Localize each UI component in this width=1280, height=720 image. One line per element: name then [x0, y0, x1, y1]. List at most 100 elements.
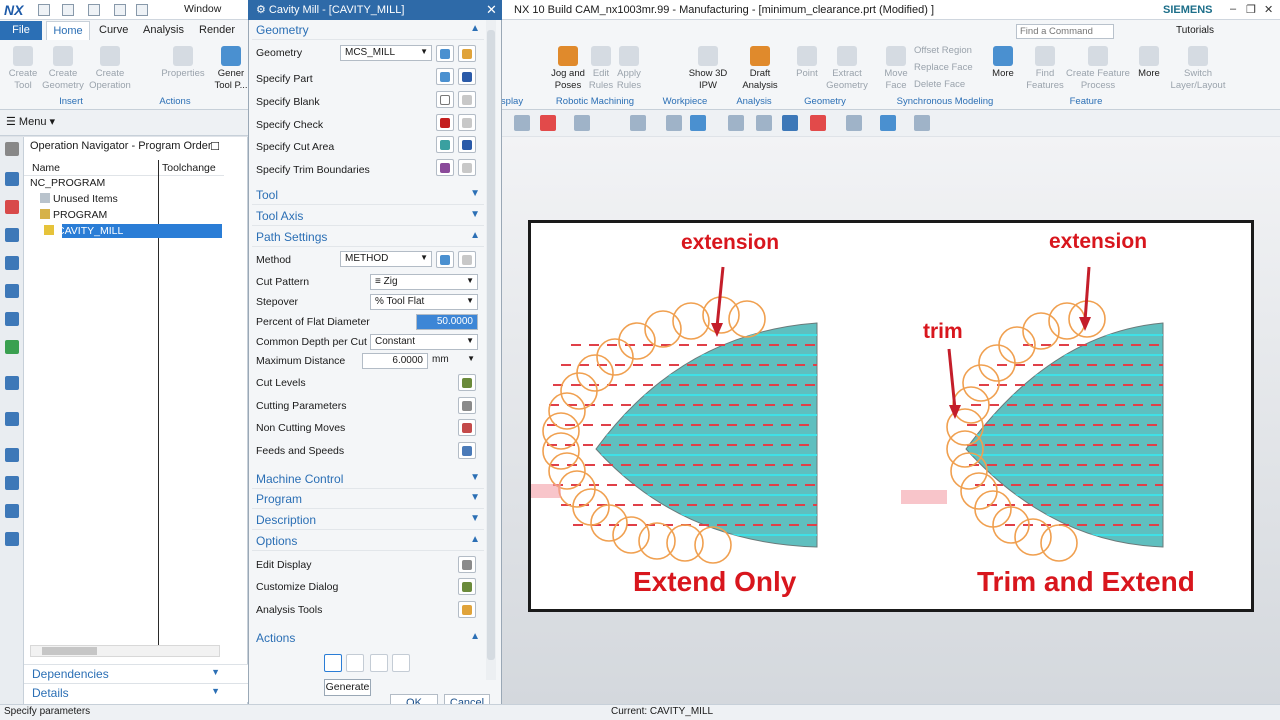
web-browser-icon[interactable]: [5, 448, 19, 462]
dialog-scrollbar-thumb[interactable]: [487, 30, 495, 660]
minimize-icon[interactable]: –: [1230, 3, 1236, 15]
copy-icon[interactable]: [114, 4, 126, 16]
replay-icon[interactable]: [346, 654, 364, 672]
section-tool[interactable]: Tool ▼: [252, 186, 484, 205]
tab-home[interactable]: Home: [46, 21, 90, 40]
machining-method-icon[interactable]: [5, 228, 19, 242]
scrollbar-thumb[interactable]: [42, 647, 97, 655]
generate-icon[interactable]: [324, 654, 342, 672]
history-icon[interactable]: [5, 412, 19, 426]
show-3d-ipw-button[interactable]: Show 3D IPW: [686, 46, 730, 92]
maximum-distance-input[interactable]: 6.0000: [362, 353, 428, 369]
render-style-icon[interactable]: [846, 115, 862, 131]
process-studio-icon[interactable]: [5, 532, 19, 546]
list-icon[interactable]: [392, 654, 410, 672]
menu-button[interactable]: ☰ Menu ▾: [6, 115, 55, 128]
specify-cut-area-icon[interactable]: [436, 136, 454, 153]
filter-icon[interactable]: [914, 115, 930, 131]
properties-button[interactable]: Properties: [158, 46, 208, 80]
selection-box-icon[interactable]: [630, 115, 646, 131]
cutting-parameters-icon[interactable]: [458, 397, 476, 414]
delete-face-button[interactable]: Delete Face: [914, 79, 988, 91]
common-depth-select[interactable]: Constant ▼: [370, 334, 478, 350]
section-machine-control[interactable]: Machine Control ▼: [252, 470, 484, 489]
machine-tool-navigator-icon[interactable]: [5, 200, 19, 214]
display-trim-icon[interactable]: [458, 159, 476, 176]
display-check-icon[interactable]: [458, 114, 476, 131]
settings-icon[interactable]: [5, 142, 19, 156]
section-description[interactable]: Description ▼: [252, 511, 484, 530]
percent-flat-diameter-input[interactable]: 50.0000: [416, 314, 478, 330]
tab-curve[interactable]: Curve: [99, 24, 128, 36]
close-window-icon[interactable]: ✕: [1264, 3, 1273, 16]
select-icon[interactable]: [514, 115, 530, 131]
assembly-navigator-icon[interactable]: [5, 312, 19, 326]
customize-dialog-icon[interactable]: [458, 578, 476, 595]
analysis-tools-icon[interactable]: [458, 601, 476, 618]
jog-and-poses-button[interactable]: Jog and Poses: [548, 46, 588, 92]
column-name[interactable]: Name: [32, 162, 60, 174]
cut-levels-icon[interactable]: [458, 374, 476, 391]
method-select[interactable]: METHOD ▼: [340, 251, 432, 267]
operation-navigator-icon[interactable]: [5, 172, 19, 186]
feeds-and-speeds-icon[interactable]: [458, 442, 476, 459]
generate-tool-path-button[interactable]: Gener Tool P...: [214, 46, 248, 92]
tree-item-cavity-mill[interactable]: CAVITY_MILL: [44, 225, 123, 237]
specify-blank-icon[interactable]: [436, 91, 454, 108]
feature-navigator-icon[interactable]: [5, 284, 19, 298]
roles-icon[interactable]: [5, 376, 19, 390]
specify-check-icon[interactable]: [436, 114, 454, 131]
stepover-select[interactable]: % Tool Flat ▼: [370, 294, 478, 310]
section-program[interactable]: Program ▼: [252, 490, 484, 509]
switch-layer-layout-button[interactable]: Switch Layer/Layout: [1168, 46, 1228, 92]
more-sync-button[interactable]: More: [988, 46, 1018, 80]
geometry-view-icon[interactable]: [5, 256, 19, 270]
palette-icon[interactable]: [5, 476, 19, 490]
create-geometry-button[interactable]: Create Geometry: [42, 46, 84, 92]
snap-icon[interactable]: [574, 115, 590, 131]
display-part-icon[interactable]: [458, 68, 476, 85]
save-icon[interactable]: [38, 4, 50, 16]
section-actions[interactable]: Actions ▲: [252, 629, 484, 648]
zoom-icon[interactable]: [728, 115, 744, 131]
replace-face-button[interactable]: Replace Face: [914, 62, 988, 74]
file-tab[interactable]: File: [0, 21, 42, 40]
tree-item-program[interactable]: PROGRAM: [40, 209, 107, 221]
details-section[interactable]: Details ▼: [24, 683, 248, 702]
point-button[interactable]: Point: [790, 46, 824, 80]
section-path-settings[interactable]: Path Settings ▲: [252, 228, 484, 247]
create-feature-process-button[interactable]: Create Feature Process: [1066, 46, 1130, 92]
geometry-select[interactable]: MCS_MILL ▼: [340, 45, 432, 61]
edit-method-icon[interactable]: [458, 251, 476, 268]
verify-icon[interactable]: [370, 654, 388, 672]
window-menu[interactable]: Window: [184, 3, 221, 15]
extract-geometry-button[interactable]: Extract Geometry: [824, 46, 870, 92]
display-cut-area-icon[interactable]: [458, 136, 476, 153]
tree-item-unused-items[interactable]: Unused Items: [40, 193, 118, 205]
fit-icon[interactable]: [756, 115, 772, 131]
apply-rules-button[interactable]: Apply Rules: [614, 46, 644, 92]
snap-point-icon[interactable]: [540, 115, 556, 131]
more-feature-button[interactable]: More: [1134, 46, 1164, 80]
window-switch-icon[interactable]: [136, 4, 148, 16]
draft-analysis-button[interactable]: Draft Analysis: [736, 46, 784, 92]
section-options[interactable]: Options ▲: [252, 532, 484, 551]
create-tool-button[interactable]: Create Tool: [4, 46, 42, 92]
redo-icon[interactable]: [88, 4, 100, 16]
non-cutting-moves-icon[interactable]: [458, 419, 476, 436]
find-features-button[interactable]: Find Features: [1024, 46, 1066, 92]
dependencies-section[interactable]: Dependencies ▼: [24, 664, 248, 683]
specify-trim-boundaries-icon[interactable]: [436, 159, 454, 176]
tree-item-nc-program[interactable]: NC_PROGRAM: [30, 177, 105, 189]
column-toolchange[interactable]: Toolchange: [162, 162, 216, 174]
edit-geometry-icon[interactable]: [458, 45, 476, 62]
system-materials-icon[interactable]: [5, 504, 19, 518]
section-geometry[interactable]: Geometry ▲: [252, 21, 484, 40]
tab-analysis[interactable]: Analysis: [143, 24, 184, 36]
edit-display-icon[interactable]: [458, 556, 476, 573]
new-geometry-icon[interactable]: [436, 45, 454, 62]
pin-icon[interactable]: ☐: [210, 140, 220, 153]
view-cube-icon[interactable]: [880, 115, 896, 131]
cube-shaded-icon[interactable]: [690, 115, 706, 131]
tutorials-link[interactable]: Tutorials: [1176, 25, 1214, 36]
